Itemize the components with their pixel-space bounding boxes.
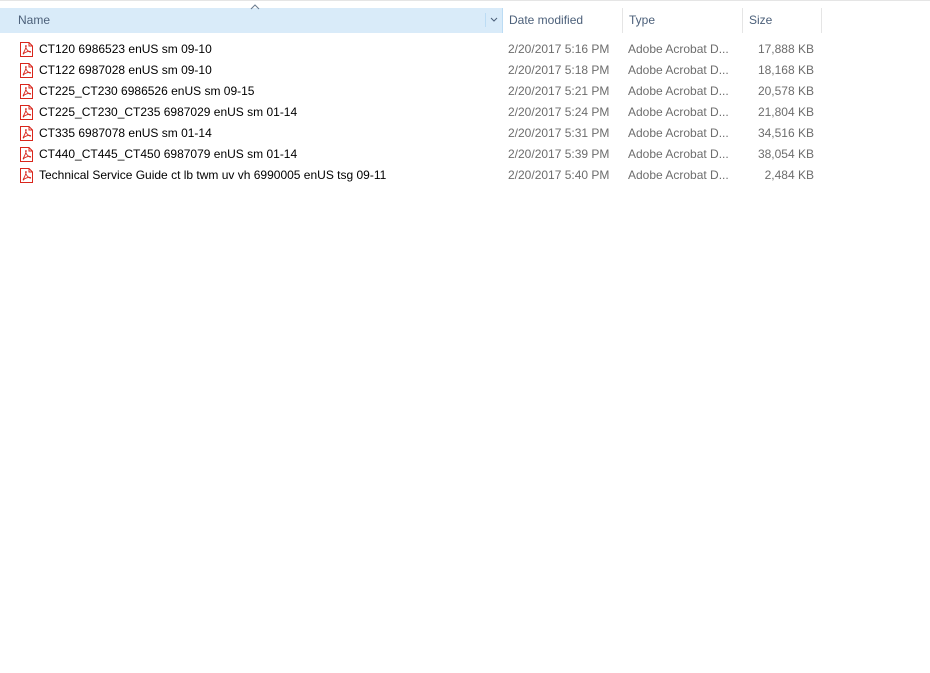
file-date-modified: 2/20/2017 5:21 PM [508,84,610,98]
file-list: CT120 6986523 enUS sm 09-10 2/20/2017 5:1… [0,39,822,186]
column-header-name-label: Name [18,13,51,27]
pdf-icon [20,126,33,141]
file-date-modified: 2/20/2017 5:31 PM [508,126,610,140]
file-type: Adobe Acrobat D... [628,126,729,140]
window-top-border [0,0,930,1]
file-type: Adobe Acrobat D... [628,105,729,119]
file-size: 2,484 KB [764,168,814,182]
column-header-type[interactable]: Type [623,8,743,33]
file-size: 21,804 KB [757,105,814,119]
file-name: CT335 6987078 enUS sm 01-14 [39,126,212,140]
pdf-icon [20,105,33,120]
file-date-modified: 2/20/2017 5:40 PM [508,168,610,182]
column-header-size[interactable]: Size [743,8,822,33]
file-name: CT122 6987028 enUS sm 09-10 [39,63,212,77]
file-date-modified: 2/20/2017 5:39 PM [508,147,610,161]
column-header-date-modified[interactable]: Date modified [503,8,623,33]
file-name: CT440_CT445_CT450 6987079 enUS sm 01-14 [39,147,298,161]
column-header-bar: Name Date modified Type Size [0,4,822,33]
pdf-icon [20,168,33,183]
file-row[interactable]: CT225_CT230 6986526 enUS sm 09-15 2/20/20… [0,81,822,102]
column-header-size-label: Size [749,13,773,27]
file-type: Adobe Acrobat D... [628,42,729,56]
chevron-down-icon[interactable] [485,13,502,27]
pdf-icon [20,63,33,78]
file-size: 20,578 KB [757,84,814,98]
file-date-modified: 2/20/2017 5:24 PM [508,105,610,119]
pdf-icon [20,42,33,57]
pdf-icon [20,84,33,99]
file-type: Adobe Acrobat D... [628,147,729,161]
file-name: CT225_CT230_CT235 6987029 enUS sm 01-14 [39,105,298,119]
file-size: 34,516 KB [757,126,814,140]
file-name: CT225_CT230 6986526 enUS sm 09-15 [39,84,255,98]
file-type: Adobe Acrobat D... [628,168,729,182]
file-size: 38,054 KB [757,147,814,161]
file-type: Adobe Acrobat D... [628,84,729,98]
file-row[interactable]: CT225_CT230_CT235 6987029 enUS sm 01-14 2… [0,102,822,123]
file-date-modified: 2/20/2017 5:18 PM [508,63,610,77]
column-header-name[interactable]: Name [0,4,503,33]
file-row[interactable]: CT120 6986523 enUS sm 09-10 2/20/2017 5:1… [0,39,822,60]
file-name: CT120 6986523 enUS sm 09-10 [39,42,212,56]
file-size: 18,168 KB [757,63,814,77]
file-row[interactable]: CT440_CT445_CT450 6987079 enUS sm 01-14 2… [0,144,822,165]
file-type: Adobe Acrobat D... [628,63,729,77]
file-row[interactable]: CT122 6987028 enUS sm 09-10 2/20/2017 5:1… [0,60,822,81]
column-header-type-label: Type [629,13,656,27]
pdf-icon [20,147,33,162]
file-date-modified: 2/20/2017 5:16 PM [508,42,610,56]
column-header-date-modified-label: Date modified [509,13,584,27]
sort-ascending-icon [250,4,260,10]
file-row[interactable]: Technical Service Guide ct lb twm uv vh … [0,165,822,186]
file-name: Technical Service Guide ct lb twm uv vh … [39,168,387,182]
file-row[interactable]: CT335 6987078 enUS sm 01-14 2/20/2017 5:3… [0,123,822,144]
file-size: 17,888 KB [757,42,814,56]
